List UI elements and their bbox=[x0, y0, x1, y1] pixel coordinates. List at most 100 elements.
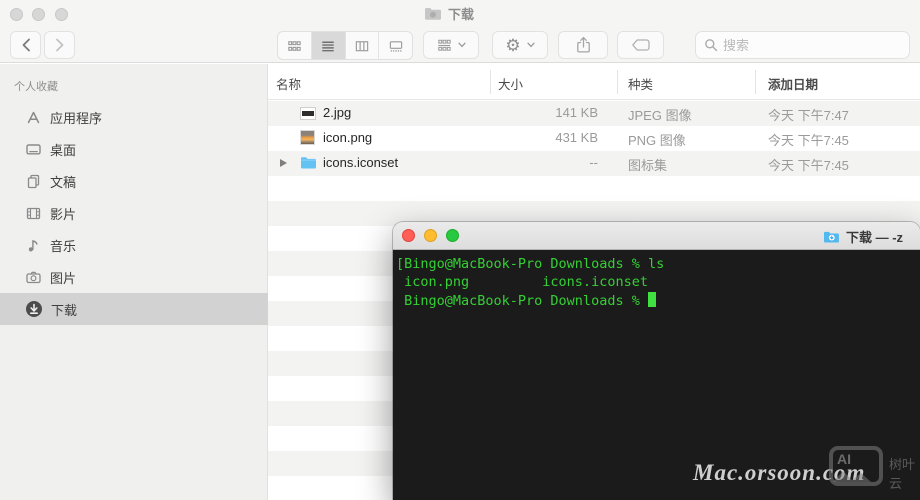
gallery-view-icon bbox=[389, 40, 402, 52]
column-view-button[interactable] bbox=[346, 32, 380, 59]
sidebar-section-label: 个人收藏 bbox=[14, 81, 58, 93]
sidebar-item-label: 桌面 bbox=[50, 142, 77, 158]
terminal-line: [Bingo@MacBook-Pro Downloads % ls bbox=[396, 256, 665, 272]
file-kind: 图标集 bbox=[628, 158, 668, 173]
search-icon bbox=[705, 39, 718, 52]
file-size: -- bbox=[589, 155, 598, 170]
downloads-folder-proxy-icon bbox=[425, 8, 441, 20]
jpeg-thumbnail-icon bbox=[300, 107, 316, 120]
sidebar-item-documents[interactable]: 文稿 bbox=[0, 165, 268, 197]
watermark-logo-icon: AI bbox=[829, 446, 883, 486]
terminal-titlebar[interactable]: 下载 — -z bbox=[393, 222, 920, 250]
gallery-view-button[interactable] bbox=[379, 32, 412, 59]
file-kind: JPEG 图像 bbox=[628, 108, 692, 123]
gear-icon: ⚙ bbox=[505, 35, 521, 55]
column-view-icon bbox=[355, 40, 369, 51]
column-header-name[interactable]: 名称 bbox=[276, 74, 301, 93]
disclosure-triangle-icon[interactable] bbox=[280, 159, 287, 167]
tag-button[interactable] bbox=[617, 31, 664, 59]
sidebar-item-downloads[interactable]: 下载 bbox=[0, 293, 268, 325]
sidebar-item-movies[interactable]: 影片 bbox=[0, 197, 268, 229]
sidebar-item-desktop[interactable]: 桌面 bbox=[0, 133, 268, 165]
chevron-down-icon bbox=[458, 42, 466, 48]
file-date-added: 今天 下午7:45 bbox=[768, 133, 849, 148]
sidebar-item-label: 音乐 bbox=[50, 238, 77, 254]
sidebar-item-label: 影片 bbox=[50, 206, 77, 222]
app-store-icon bbox=[27, 111, 40, 123]
finder-sidebar: 个人收藏 应用程序 桌面 文稿 影片 音乐 图片 下载 bbox=[0, 64, 268, 500]
finder-toolbar: 下载 ⚙ 搜索 bbox=[0, 0, 920, 63]
view-switcher bbox=[277, 31, 413, 60]
pictures-icon bbox=[26, 271, 41, 283]
minimize-button[interactable] bbox=[424, 229, 437, 242]
mountain-icon bbox=[833, 471, 871, 482]
watermark-logo-ai-text: AI bbox=[837, 451, 851, 467]
sidebar-item-music[interactable]: 音乐 bbox=[0, 229, 268, 261]
sidebar-item-pictures[interactable]: 图片 bbox=[0, 261, 268, 293]
search-field[interactable] bbox=[695, 31, 910, 59]
chevron-right-icon bbox=[55, 38, 63, 52]
file-kind: PNG 图像 bbox=[628, 133, 686, 148]
window-title: 下载 bbox=[424, 4, 474, 23]
group-icon bbox=[438, 39, 451, 51]
terminal-body[interactable]: [Bingo@MacBook-Pro Downloads % ls icon.p… bbox=[393, 250, 920, 500]
watermark-logo-label: 树叶云 bbox=[889, 457, 916, 491]
desktop-icon bbox=[26, 143, 41, 155]
back-button[interactable] bbox=[10, 31, 41, 59]
search-input[interactable] bbox=[723, 37, 883, 53]
music-icon bbox=[28, 239, 38, 251]
terminal-line: Bingo@MacBook-Pro Downloads % bbox=[396, 291, 920, 310]
file-date-added: 今天 下午7:45 bbox=[768, 158, 849, 173]
chevron-down-icon bbox=[526, 42, 535, 48]
movies-icon bbox=[26, 207, 41, 219]
file-name: icons.iconset bbox=[323, 155, 399, 170]
zoom-button[interactable] bbox=[55, 8, 68, 21]
group-button[interactable] bbox=[423, 31, 479, 59]
file-date-added: 今天 下午7:47 bbox=[768, 108, 849, 123]
table-row[interactable]: 2.jpg 141 KB JPEG 图像 今天 下午7:47 bbox=[268, 101, 920, 126]
forward-button[interactable] bbox=[44, 31, 75, 59]
terminal-cursor bbox=[647, 291, 656, 307]
list-view-button[interactable] bbox=[311, 32, 346, 59]
action-button[interactable]: ⚙ bbox=[492, 31, 548, 59]
terminal-title-text: 下载 — -z bbox=[846, 230, 904, 245]
share-button[interactable] bbox=[558, 31, 608, 59]
minimize-button[interactable] bbox=[32, 8, 45, 21]
icon-view-button[interactable] bbox=[278, 32, 312, 59]
zoom-button[interactable] bbox=[446, 229, 459, 242]
file-size: 141 KB bbox=[555, 105, 598, 120]
column-header-date-added[interactable]: 添加日期 bbox=[768, 74, 818, 93]
column-divider[interactable] bbox=[490, 70, 491, 94]
close-button[interactable] bbox=[10, 8, 23, 21]
table-row[interactable]: icons.iconset -- 图标集 今天 下午7:45 bbox=[268, 151, 920, 176]
sidebar-item-label: 文稿 bbox=[50, 174, 77, 190]
file-name: icon.png bbox=[323, 130, 373, 145]
table-row[interactable]: icon.png 431 KB PNG 图像 今天 下午7:45 bbox=[268, 126, 920, 151]
terminal-title: 下载 — -z bbox=[823, 227, 903, 246]
downloads-folder-icon bbox=[824, 231, 839, 242]
downloads-icon bbox=[26, 301, 42, 317]
file-size: 431 KB bbox=[555, 130, 598, 145]
tag-icon bbox=[631, 39, 650, 51]
share-icon bbox=[576, 36, 590, 53]
screen: 下载 ⚙ 搜索 个人收藏 应用程序 桌面 文稿 影片 音乐 图片 下载 名称 大… bbox=[0, 0, 920, 500]
png-thumbnail-icon bbox=[300, 130, 315, 145]
page-title: 下载 bbox=[448, 7, 475, 22]
blue-folder-icon bbox=[300, 155, 317, 175]
terminal-line: icon.png icons.iconset bbox=[396, 274, 648, 291]
documents-icon bbox=[27, 174, 40, 188]
sidebar-item-label: 应用程序 bbox=[50, 110, 103, 126]
sidebar-item-label: 下载 bbox=[51, 302, 78, 318]
sidebar-item-applications[interactable]: 应用程序 bbox=[0, 101, 268, 133]
column-divider[interactable] bbox=[755, 70, 756, 94]
file-name: 2.jpg bbox=[323, 105, 352, 120]
column-header-kind[interactable]: 种类 bbox=[628, 74, 653, 93]
close-button[interactable] bbox=[402, 229, 415, 242]
column-divider[interactable] bbox=[617, 70, 618, 94]
column-header-size[interactable]: 大小 bbox=[498, 74, 523, 93]
sidebar-item-label: 图片 bbox=[50, 270, 77, 286]
list-view-icon bbox=[322, 41, 335, 51]
chevron-left-icon bbox=[22, 38, 30, 52]
icon-view-icon bbox=[288, 40, 302, 51]
sidebar-list: 应用程序 桌面 文稿 影片 音乐 图片 下载 bbox=[0, 101, 268, 325]
